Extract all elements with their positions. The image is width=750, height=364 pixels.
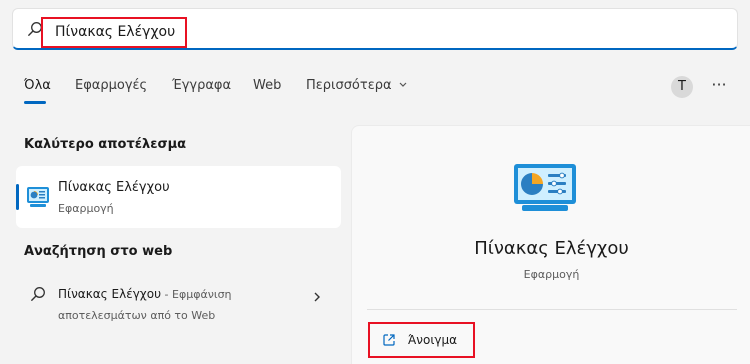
web-search-text: Πίνακας Ελέγχου - Εφμφάνιση αποτελεσμάτω…	[58, 284, 308, 326]
web-search-query: Πίνακας Ελέγχου	[58, 287, 162, 301]
control-panel-icon	[27, 187, 49, 207]
app-title: Πίνακας Ελέγχου	[474, 238, 629, 259]
selection-indicator	[16, 184, 19, 210]
active-tab-indicator	[24, 101, 46, 104]
best-match-heading: Καλύτερο αποτέλεσμα	[24, 137, 187, 152]
search-input[interactable]: Πίνακας Ελέγχου	[41, 17, 187, 48]
more-options-icon[interactable]: ···	[710, 77, 728, 96]
details-panel: Πίνακας Ελέγχου Εφαρμογή Άνοιγμα	[351, 125, 750, 364]
best-match-name: Πίνακας Ελέγχου	[58, 180, 170, 195]
open-label: Άνοιγμα	[408, 333, 458, 347]
tab-more[interactable]: Περισσότερα	[306, 78, 408, 93]
web-search-heading: Αναζήτηση στο web	[24, 244, 173, 259]
search-box[interactable]: Πίνακας Ελέγχου	[12, 8, 738, 50]
open-button[interactable]: Άνοιγμα	[368, 322, 475, 358]
avatar[interactable]: T	[671, 76, 693, 98]
chevron-down-icon	[399, 82, 407, 87]
tab-all[interactable]: Όλα	[24, 78, 51, 93]
tab-web[interactable]: Web	[253, 78, 281, 93]
best-match-item[interactable]: Πίνακας Ελέγχου Εφαρμογή	[16, 166, 341, 228]
best-match-type: Εφαρμογή	[58, 202, 114, 215]
chevron-right-icon[interactable]	[312, 290, 322, 304]
web-search-item[interactable]: Πίνακας Ελέγχου - Εφμφάνιση αποτελεσμάτω…	[16, 278, 341, 328]
open-external-icon	[383, 334, 395, 346]
tab-documents[interactable]: Έγγραφα	[172, 78, 231, 93]
search-icon	[31, 287, 45, 301]
app-type: Εφαρμογή	[523, 268, 580, 281]
divider	[367, 309, 737, 310]
tab-more-label: Περισσότερα	[306, 78, 392, 93]
tab-apps[interactable]: Εφαρμογές	[75, 78, 147, 93]
control-panel-icon	[514, 164, 576, 211]
